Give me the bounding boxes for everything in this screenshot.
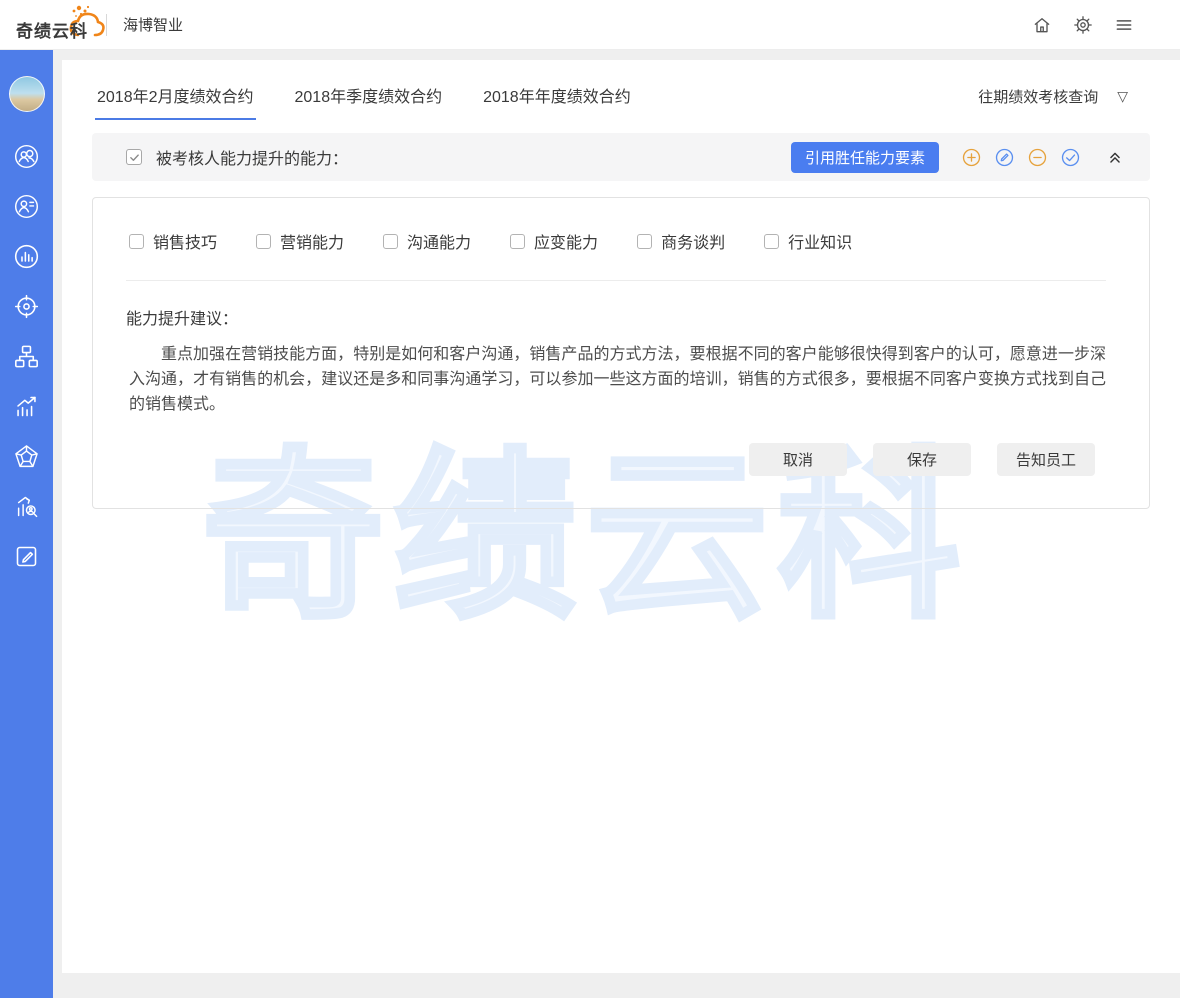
sidebar-item-talent-analysis[interactable] — [12, 491, 42, 521]
brand-name: 奇绩云科 — [16, 17, 88, 42]
cancel-button[interactable]: 取消 — [749, 443, 847, 476]
edit-circle-icon[interactable] — [995, 148, 1014, 167]
quote-competency-button[interactable]: 引用胜任能力要素 — [791, 142, 939, 173]
edit-compose-icon — [13, 543, 40, 570]
skill-option-adaptability[interactable]: 应变能力 — [510, 229, 598, 253]
skill-checkbox-row: 销售技巧 营销能力 沟通能力 应变能力 商务谈判 — [93, 198, 1149, 253]
trend-chart-icon — [13, 393, 40, 420]
add-circle-icon[interactable] — [962, 148, 981, 167]
notify-employee-button[interactable]: 告知员工 — [997, 443, 1095, 476]
section-title: 被考核人能力提升的能力： — [156, 145, 348, 169]
history-assessment-query-dropdown[interactable]: 往期绩效考核查询 ▽ — [978, 86, 1128, 107]
bar-chart-icon — [13, 243, 40, 270]
checkbox-unchecked[interactable] — [256, 234, 271, 249]
advice-label: 能力提升建议： — [93, 281, 1149, 329]
tab-2018-quarterly-contract[interactable]: 2018年季度绩效合约 — [293, 73, 445, 120]
confirm-circle-icon[interactable] — [1061, 148, 1080, 167]
hamburger-menu-icon[interactable] — [1114, 15, 1134, 35]
sidebar-item-trend-report[interactable] — [12, 391, 42, 421]
tab-2018-annual-contract[interactable]: 2018年年度绩效合约 — [481, 73, 633, 120]
checkbox-unchecked[interactable] — [510, 234, 525, 249]
skill-option-sales-skill[interactable]: 销售技巧 — [129, 229, 217, 253]
action-buttons-row: 取消 保存 告知员工 — [93, 417, 1149, 478]
analysis-search-icon — [13, 493, 40, 520]
top-header: 奇绩云科 海博智业 — [0, 0, 1180, 50]
skill-option-communication[interactable]: 沟通能力 — [383, 229, 471, 253]
section-checkbox-checked[interactable] — [126, 149, 142, 165]
checkbox-unchecked[interactable] — [764, 234, 779, 249]
checkbox-unchecked[interactable] — [129, 234, 144, 249]
remove-circle-icon[interactable] — [1028, 148, 1047, 167]
contract-tabs: 2018年2月度绩效合约 2018年季度绩效合约 2018年年度绩效合约 往期绩… — [62, 60, 1180, 133]
sidebar-item-users[interactable] — [12, 141, 42, 171]
sidebar-item-radar-evaluation[interactable] — [12, 441, 42, 471]
user-avatar[interactable] — [9, 76, 45, 112]
radar-pentagon-icon — [13, 443, 40, 470]
skill-option-marketing-ability[interactable]: 营销能力 — [256, 229, 344, 253]
company-name: 海博智业 — [123, 14, 183, 35]
sidebar-item-orgchart[interactable] — [12, 341, 42, 371]
ability-section-box: 销售技巧 营销能力 沟通能力 应变能力 商务谈判 — [92, 197, 1150, 509]
sidebar-item-targets[interactable] — [12, 291, 42, 321]
sitemap-icon — [13, 343, 40, 370]
home-icon[interactable] — [1032, 15, 1052, 35]
brand-logo[interactable]: 奇绩云科 — [12, 0, 92, 50]
history-query-label: 往期绩效考核查询 — [978, 86, 1098, 107]
sidebar-item-profiles[interactable] — [12, 191, 42, 221]
skill-option-industry-knowledge[interactable]: 行业知识 — [764, 229, 852, 253]
skill-option-business-negotiation[interactable]: 商务谈判 — [637, 229, 725, 253]
check-icon — [129, 152, 140, 163]
checkbox-unchecked[interactable] — [383, 234, 398, 249]
sidebar-item-compose[interactable] — [12, 541, 42, 571]
header-divider — [106, 14, 107, 36]
collapse-up-icon[interactable] — [1106, 148, 1124, 166]
tab-2018-feb-monthly-contract[interactable]: 2018年2月度绩效合约 — [95, 73, 256, 120]
main-panel: 奇绩云科 2018年2月度绩效合约 2018年季度绩效合约 2018年年度绩效合… — [62, 60, 1180, 973]
checkbox-unchecked[interactable] — [637, 234, 652, 249]
target-icon — [13, 293, 40, 320]
users-icon — [13, 143, 40, 170]
gear-icon[interactable] — [1073, 15, 1093, 35]
left-sidebar — [0, 50, 53, 998]
advice-text: 重点加强在营销技能方面，特别是如何和客户沟通，销售产品的方式方法，要根据不同的客… — [93, 329, 1149, 417]
save-button[interactable]: 保存 — [873, 443, 971, 476]
triangle-down-icon: ▽ — [1117, 88, 1128, 105]
user-list-icon — [13, 193, 40, 220]
sidebar-item-statistics[interactable] — [12, 241, 42, 271]
section-header-bar: 被考核人能力提升的能力： 引用胜任能力要素 — [92, 133, 1150, 181]
